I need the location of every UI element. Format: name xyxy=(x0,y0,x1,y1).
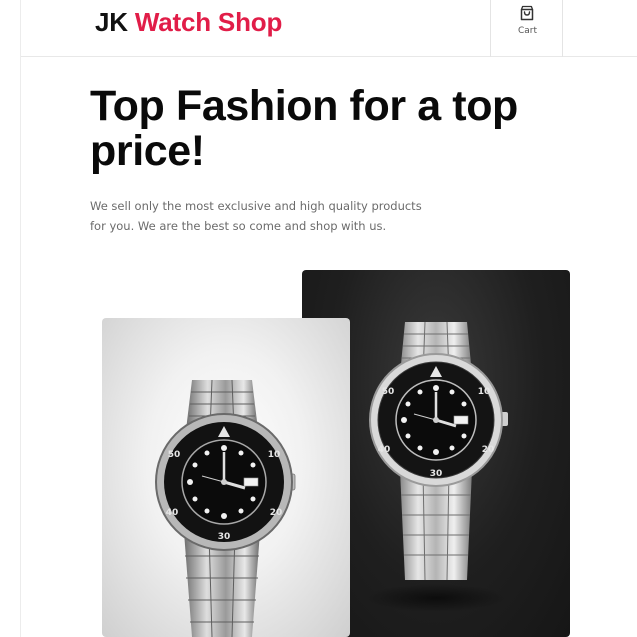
site-header: JK Watch Shop Cart xyxy=(21,0,637,57)
svg-text:30: 30 xyxy=(430,469,443,479)
svg-text:40: 40 xyxy=(378,445,391,455)
cart-label: Cart xyxy=(517,26,538,36)
svg-text:40: 40 xyxy=(166,508,179,518)
svg-text:50: 50 xyxy=(168,450,181,460)
hero-description: We sell only the most exclusive and high… xyxy=(90,199,422,233)
cart-button[interactable]: Cart xyxy=(490,0,563,57)
logo-name: Watch Shop xyxy=(134,7,283,37)
product-image-light[interactable]: 30 40 20 50 10 xyxy=(102,318,350,637)
page: JK Watch Shop Cart Top Fashion for a top… xyxy=(20,0,637,637)
watch-image-light: 30 40 20 50 10 xyxy=(155,379,296,637)
logo-brand: JK xyxy=(95,7,128,37)
svg-text:20: 20 xyxy=(482,445,495,455)
svg-text:10: 10 xyxy=(268,450,281,460)
shopping-bag-icon xyxy=(520,5,534,21)
hero-title: Top Fashion for a top price! xyxy=(90,82,518,175)
svg-text:20: 20 xyxy=(270,508,283,518)
shop-logo[interactable]: JK Watch Shop xyxy=(95,6,282,38)
svg-text:50: 50 xyxy=(382,387,395,397)
svg-text:10: 10 xyxy=(478,387,491,397)
svg-text:30: 30 xyxy=(218,532,231,542)
